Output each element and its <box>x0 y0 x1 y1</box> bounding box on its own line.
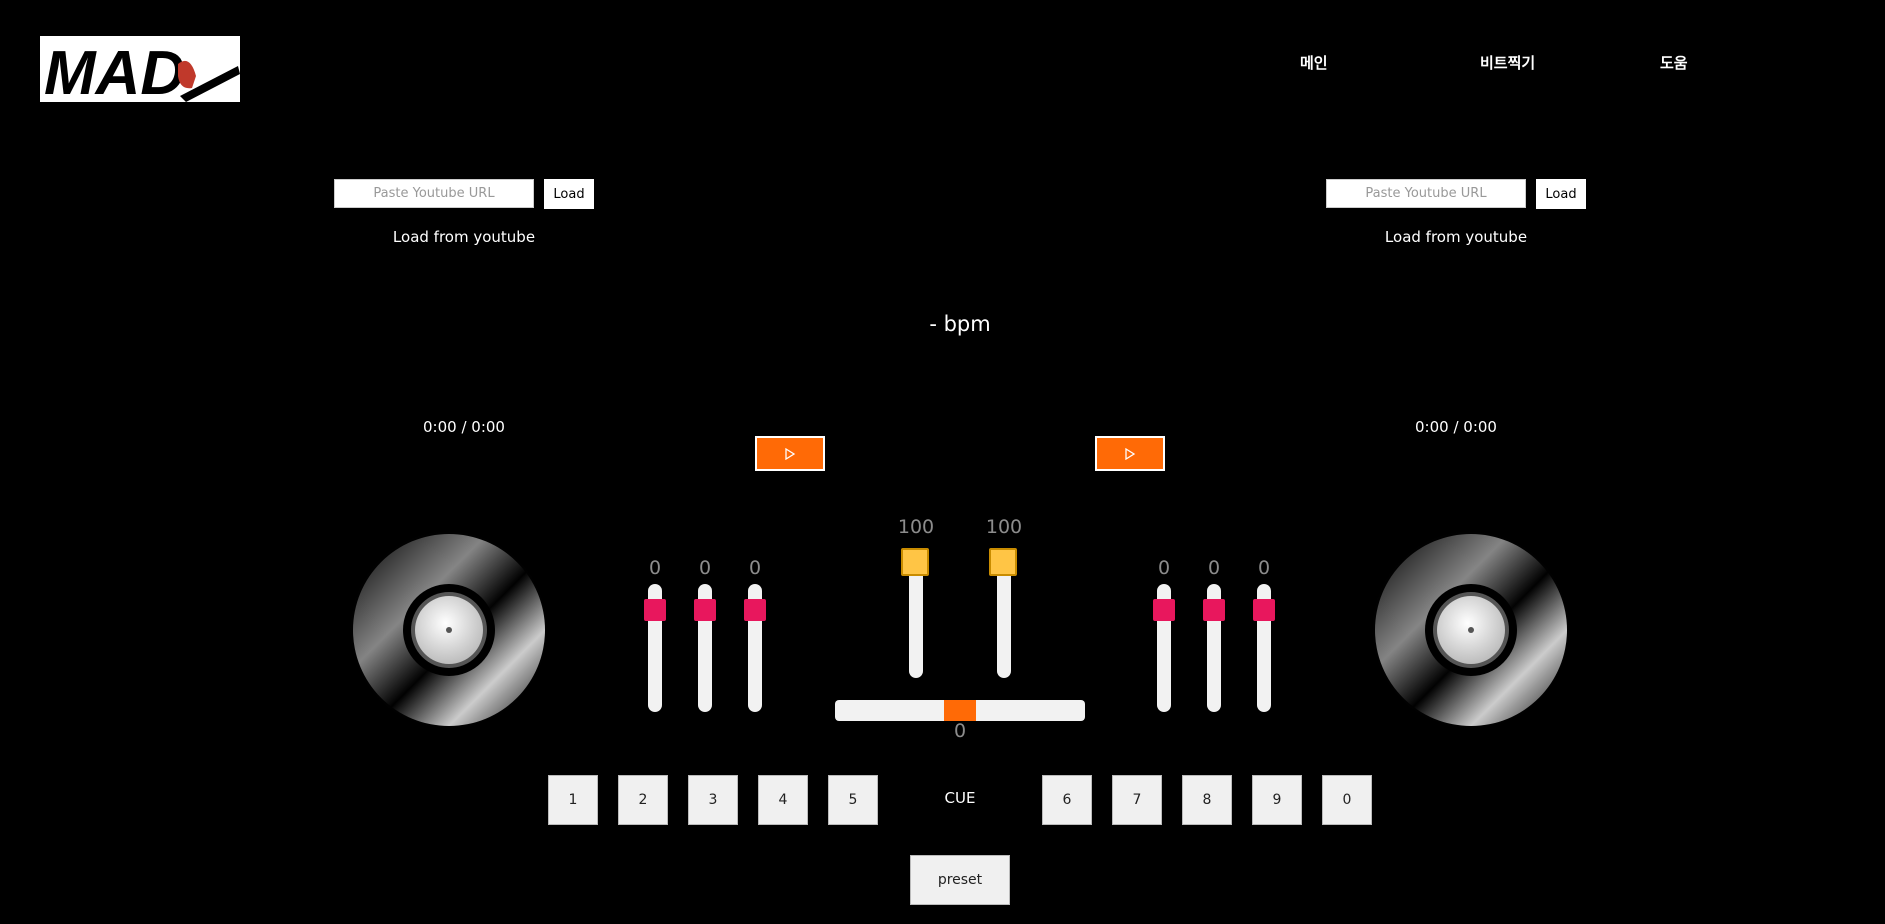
slider-value: 100 <box>897 516 935 538</box>
cue-button-0[interactable]: 0 <box>1322 775 1372 825</box>
deck-a-load-button[interactable]: Load <box>544 179 594 209</box>
cue-button-8[interactable]: 8 <box>1182 775 1232 825</box>
deck-b-eq-mid-slider[interactable]: 0 <box>1203 557 1225 712</box>
play-icon <box>1125 447 1136 460</box>
cue-button-1[interactable]: 1 <box>548 775 598 825</box>
bpm-display: - bpm <box>929 312 991 336</box>
mad-logo[interactable]: MAD <box>40 36 240 102</box>
slider-thumb[interactable] <box>901 548 929 576</box>
deck-b-time: 0:00 / 0:00 <box>1415 418 1497 436</box>
play-icon <box>785 447 796 460</box>
deck-a-time: 0:00 / 0:00 <box>423 418 505 436</box>
deck-b-vinyl[interactable] <box>1371 530 1571 730</box>
deck-b-play-button[interactable] <box>1095 436 1165 471</box>
svg-text:MAD: MAD <box>44 39 185 102</box>
cue-button-9[interactable]: 9 <box>1252 775 1302 825</box>
cue-button-3[interactable]: 3 <box>688 775 738 825</box>
slider-value: 0 <box>748 557 762 579</box>
crossfader-slider[interactable] <box>835 700 1085 721</box>
cue-button-6[interactable]: 6 <box>1042 775 1092 825</box>
cue-button-4[interactable]: 4 <box>758 775 808 825</box>
slider-thumb[interactable] <box>644 599 666 621</box>
slider-thumb[interactable] <box>989 548 1017 576</box>
deck-b-eq-high-slider[interactable]: 0 <box>1153 557 1175 712</box>
deck-a-url-input[interactable] <box>334 179 534 208</box>
deck-a-eq-high-slider[interactable]: 0 <box>644 557 666 712</box>
deck-a-play-button[interactable] <box>755 436 825 471</box>
deck-b-volume-slider[interactable]: 100 <box>986 516 1022 678</box>
deck-b-load-caption: Load from youtube <box>1384 228 1528 246</box>
slider-thumb[interactable] <box>694 599 716 621</box>
nav-help[interactable]: 도움 <box>1660 52 1688 73</box>
cue-button-2[interactable]: 2 <box>618 775 668 825</box>
nav-main[interactable]: 메인 <box>1300 52 1328 73</box>
cue-button-5[interactable]: 5 <box>828 775 878 825</box>
crossfader-value: 0 <box>953 720 967 742</box>
deck-a-volume-slider[interactable]: 100 <box>898 516 934 678</box>
deck-a-eq-low-slider[interactable]: 0 <box>744 557 766 712</box>
slider-value: 100 <box>985 516 1023 538</box>
slider-thumb[interactable] <box>1203 599 1225 621</box>
slider-thumb[interactable] <box>1153 599 1175 621</box>
nav-beat-marking[interactable]: 비트찍기 <box>1480 52 1535 73</box>
cue-label: CUE <box>944 789 976 807</box>
cue-button-7[interactable]: 7 <box>1112 775 1162 825</box>
slider-thumb[interactable] <box>1253 599 1275 621</box>
deck-a-load-caption: Load from youtube <box>392 228 536 246</box>
slider-value: 0 <box>1257 557 1271 579</box>
deck-b-url-input[interactable] <box>1326 179 1526 208</box>
dj-mixer-page: MAD 메인 비트찍기 도움 Load Load from youtube Lo… <box>0 0 1885 924</box>
preset-button[interactable]: preset <box>910 855 1010 905</box>
crossfader-thumb[interactable] <box>944 700 976 721</box>
deck-b-load-button[interactable]: Load <box>1536 179 1586 209</box>
deck-b-eq-low-slider[interactable]: 0 <box>1253 557 1275 712</box>
slider-thumb[interactable] <box>744 599 766 621</box>
deck-a-eq-mid-slider[interactable]: 0 <box>694 557 716 712</box>
deck-a-vinyl[interactable] <box>349 530 549 730</box>
